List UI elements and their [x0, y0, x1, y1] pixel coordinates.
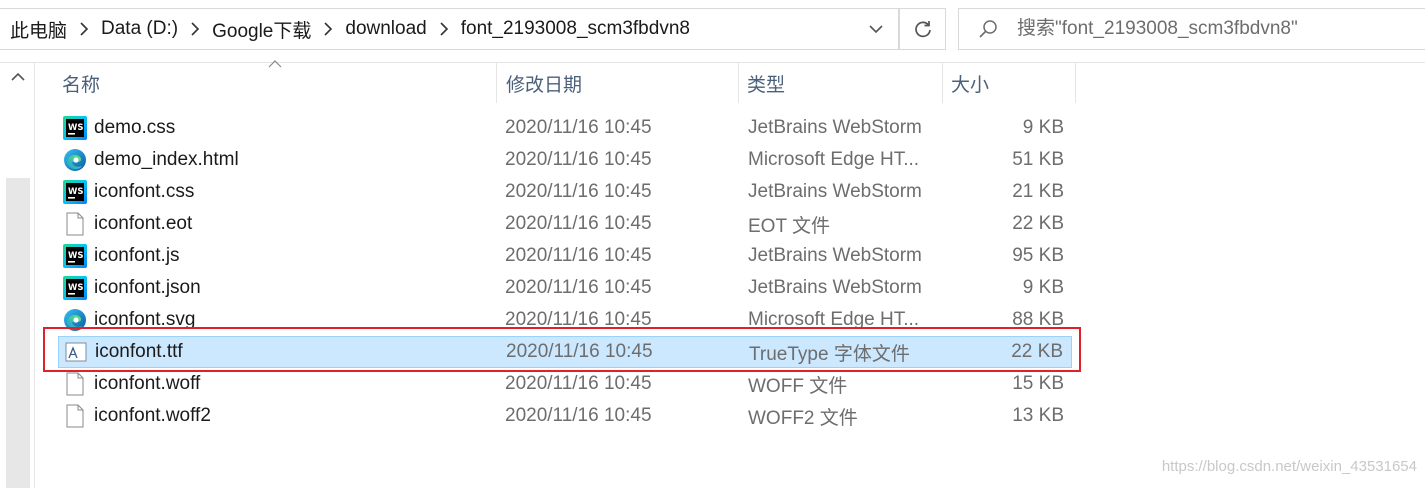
column-header-row: 名称 修改日期 类型 大小: [35, 63, 1076, 103]
file-name: iconfont.css: [94, 181, 195, 202]
file-date-modified: 2020/11/16 10:45: [505, 213, 652, 234]
svg-text:WS: WS: [68, 283, 84, 293]
file-type: JetBrains WebStorm: [748, 277, 922, 298]
file-date-modified: 2020/11/16 10:45: [505, 117, 652, 138]
webstorm-icon: WS: [63, 240, 87, 272]
file-name: iconfont.eot: [94, 213, 193, 234]
file-date-modified: 2020/11/16 10:45: [505, 149, 652, 170]
file-row[interactable]: WS demo.css 2020/11/16 10:45 JetBrains WebS…: [58, 112, 1072, 144]
file-list: WS demo.css 2020/11/16 10:45 JetBrains WebS…: [58, 112, 1074, 432]
blank-file-icon: [63, 400, 87, 432]
address-history-dropdown[interactable]: [854, 9, 898, 49]
chevron-right-icon[interactable]: [315, 22, 341, 36]
file-row[interactable]: WS iconfont.css 2020/11/16 10:45 JetBrains …: [58, 176, 1072, 208]
breadcrumb-drive[interactable]: Data (D:): [97, 18, 182, 40]
breadcrumb-current-folder[interactable]: font_2193008_scm3fbdvn8: [457, 18, 694, 40]
chevron-right-icon[interactable]: [431, 22, 457, 36]
file-type: JetBrains WebStorm: [748, 245, 922, 266]
column-header-type[interactable]: 类型: [739, 63, 942, 103]
chevron-down-icon: [869, 25, 883, 34]
file-name: demo.css: [94, 117, 176, 138]
webstorm-icon: WS: [63, 176, 87, 208]
file-name: demo_index.html: [94, 149, 239, 170]
file-size: 21 KB: [1012, 181, 1064, 202]
file-row[interactable]: demo_index.html 2020/11/16 10:45 Microsoft…: [58, 144, 1072, 176]
edge-icon: [63, 144, 87, 176]
file-row[interactable]: WS iconfont.json 2020/11/16 10:45 JetBrains…: [58, 272, 1072, 304]
file-size: 9 KB: [1022, 117, 1064, 138]
file-date-modified: 2020/11/16 10:45: [505, 373, 652, 394]
file-row[interactable]: iconfont.eot 2020/11/16 10:45 EOT 文件 22 KB: [58, 208, 1072, 240]
file-date-modified: 2020/11/16 10:45: [505, 245, 652, 266]
scrollbar-thumb[interactable]: [6, 178, 30, 488]
file-size: 9 KB: [1022, 277, 1064, 298]
file-date-modified: 2020/11/16 10:45: [505, 181, 652, 202]
file-type: WOFF 文件: [748, 375, 848, 397]
file-type: WOFF2 文件: [748, 407, 858, 429]
file-size: 15 KB: [1012, 373, 1064, 394]
column-header-size[interactable]: 大小: [942, 63, 1076, 103]
file-name: iconfont.woff2: [94, 405, 211, 426]
file-name: iconfont.woff: [94, 373, 201, 394]
scroll-up-icon[interactable]: [8, 67, 28, 87]
toolbar: 此电脑 Data (D:) Google下载 download font_219…: [0, 0, 1425, 62]
webstorm-icon: WS: [63, 112, 87, 144]
file-size: 95 KB: [1012, 245, 1064, 266]
pane-divider: [34, 63, 35, 488]
chevron-right-icon[interactable]: [182, 22, 208, 36]
column-header-date-modified[interactable]: 修改日期: [496, 63, 739, 103]
file-type: Microsoft Edge HT...: [748, 149, 920, 170]
watermark: https://blog.csdn.net/weixin_43531654: [1161, 458, 1417, 475]
search-box[interactable]: [958, 8, 1425, 50]
svg-text:WS: WS: [68, 123, 84, 133]
breadcrumb-this-pc[interactable]: 此电脑: [0, 16, 71, 43]
file-size: 22 KB: [1012, 213, 1064, 234]
refresh-button[interactable]: [899, 8, 946, 50]
highlight-box: [43, 327, 1081, 372]
webstorm-icon: WS: [63, 272, 87, 304]
blank-file-icon: [63, 208, 87, 240]
column-header-name[interactable]: 名称: [54, 63, 496, 103]
search-icon: [959, 18, 1017, 40]
file-type: JetBrains WebStorm: [748, 117, 922, 138]
blank-file-icon: [63, 368, 87, 400]
file-row[interactable]: iconfont.woff2 2020/11/16 10:45 WOFF2 文件 13…: [58, 400, 1072, 432]
file-size: 51 KB: [1012, 149, 1064, 170]
file-date-modified: 2020/11/16 10:45: [505, 405, 652, 426]
svg-text:WS: WS: [68, 187, 84, 197]
refresh-icon: [914, 21, 931, 38]
file-date-modified: 2020/11/16 10:45: [505, 277, 652, 298]
file-row[interactable]: WS iconfont.js 2020/11/16 10:45 JetBrains W…: [58, 240, 1072, 272]
navigation-pane-scrollbar[interactable]: [0, 63, 34, 488]
address-bar[interactable]: 此电脑 Data (D:) Google下载 download font_219…: [0, 8, 899, 50]
breadcrumb-google-downloads[interactable]: Google下载: [208, 16, 315, 43]
file-name: iconfont.json: [94, 277, 201, 298]
file-row[interactable]: iconfont.woff 2020/11/16 10:45 WOFF 文件 15 K…: [58, 368, 1072, 400]
breadcrumb-download[interactable]: download: [341, 18, 430, 40]
file-size: 13 KB: [1012, 405, 1064, 426]
file-name: iconfont.js: [94, 245, 180, 266]
search-input[interactable]: [1017, 18, 1407, 40]
svg-text:WS: WS: [68, 251, 84, 261]
file-type: EOT 文件: [748, 215, 830, 237]
chevron-right-icon[interactable]: [71, 22, 97, 36]
file-type: JetBrains WebStorm: [748, 181, 922, 202]
